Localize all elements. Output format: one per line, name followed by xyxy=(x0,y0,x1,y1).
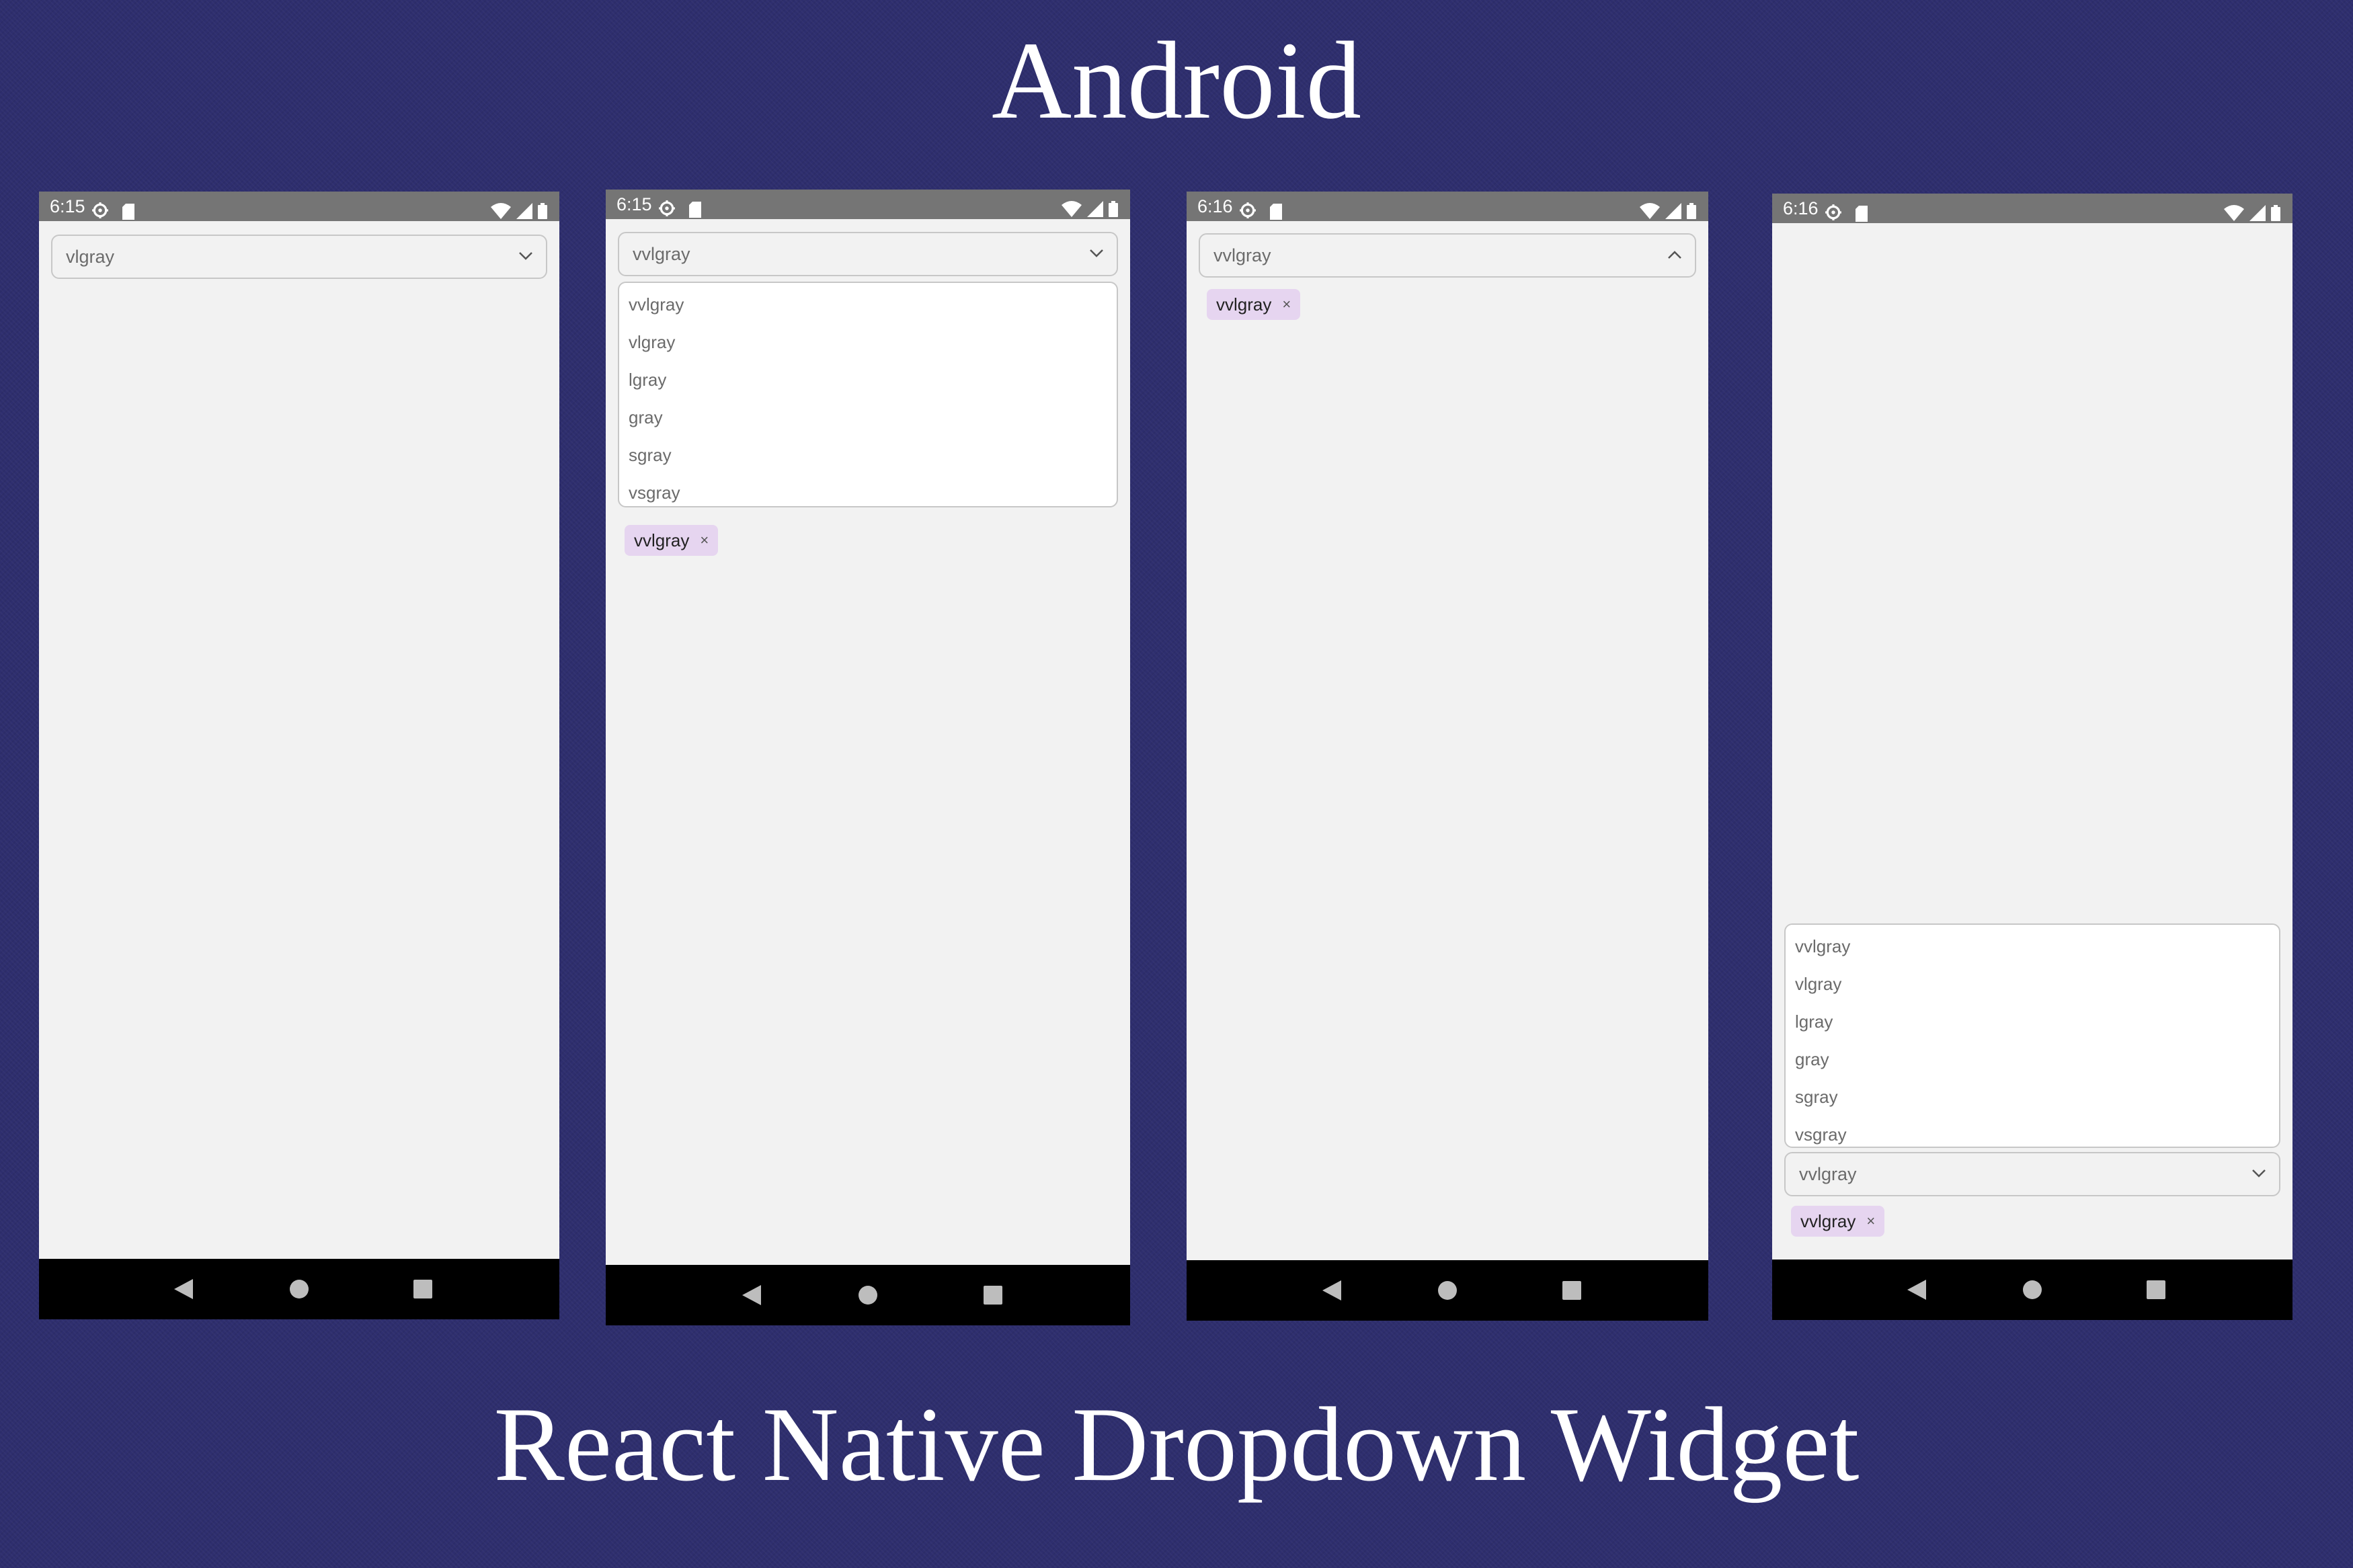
option-vsgray[interactable]: vsgray xyxy=(619,474,1117,511)
title-react-native-dropdown-widget: React Native Dropdown Widget xyxy=(493,1386,1860,1503)
back-icon[interactable] xyxy=(1907,1280,1927,1303)
home-icon[interactable] xyxy=(1437,1280,1458,1304)
dropdown-value: vvlgray xyxy=(1213,245,1271,265)
option-vlgray[interactable]: vlgray xyxy=(1786,965,2279,1003)
status-bar: 6:15 xyxy=(39,192,559,221)
app-screen: vvlgray vlgray lgray gray sgray vsgray v… xyxy=(1772,223,2292,1260)
dropdown-value: vvlgray xyxy=(633,244,690,264)
selected-chip: vvlgray × xyxy=(625,525,719,556)
option-vvlgray[interactable]: vvlgray xyxy=(1786,927,2279,965)
selected-chip: vvlgray × xyxy=(1791,1206,1885,1237)
chip-label: vvlgray xyxy=(634,530,690,550)
dropdown-select[interactable]: vlgray xyxy=(51,235,547,279)
option-lgray[interactable]: lgray xyxy=(619,361,1117,399)
phone-screen-2: 6:15 vvlgray vvlgray vlgray lgray gray s… xyxy=(606,190,1130,1325)
phone-screen-3: 6:16 vvlgray vvlgray × xyxy=(1187,192,1708,1321)
option-vlgray[interactable]: vlgray xyxy=(619,323,1117,361)
phone-screen-4: 6:16 vvlgray vlgray lgray gray sgray vsg… xyxy=(1772,194,2292,1320)
status-time: 6:15 xyxy=(616,194,652,214)
recents-icon[interactable] xyxy=(983,1286,1002,1308)
dropdown-select[interactable]: vvlgray xyxy=(1784,1152,2280,1196)
option-sgray[interactable]: sgray xyxy=(619,436,1117,474)
back-icon[interactable] xyxy=(1322,1280,1341,1304)
chip-label: vvlgray xyxy=(1216,294,1272,315)
dropdown-select[interactable]: vvlgray xyxy=(1199,233,1696,278)
dropdown-select[interactable]: vvlgray xyxy=(618,232,1118,276)
navigation-bar xyxy=(1187,1260,1708,1321)
close-icon[interactable]: × xyxy=(1282,289,1291,320)
status-time: 6:16 xyxy=(1783,198,1819,218)
option-vvlgray[interactable]: vvlgray xyxy=(619,286,1117,323)
option-vsgray[interactable]: vsgray xyxy=(1786,1116,2279,1153)
status-bar: 6:16 xyxy=(1187,192,1708,221)
navigation-bar xyxy=(1772,1260,2292,1320)
option-gray[interactable]: gray xyxy=(1786,1040,2279,1078)
chevron-down-icon xyxy=(1088,248,1105,262)
app-screen: vvlgray vvlgray × xyxy=(1187,221,1708,1260)
dropdown-menu: vvlgray vlgray lgray gray sgray vsgray xyxy=(618,282,1118,507)
back-icon[interactable] xyxy=(174,1279,194,1303)
close-icon[interactable]: × xyxy=(1866,1206,1875,1237)
app-screen: vvlgray vvlgray vlgray lgray gray sgray … xyxy=(606,219,1130,1265)
navigation-bar xyxy=(39,1259,559,1319)
chevron-down-icon xyxy=(518,251,534,265)
chevron-down-icon xyxy=(2251,1168,2267,1182)
home-icon[interactable] xyxy=(2022,1280,2042,1303)
title-android: Android xyxy=(992,19,1361,142)
recents-icon[interactable] xyxy=(413,1280,433,1302)
option-gray[interactable]: gray xyxy=(619,399,1117,436)
recents-icon[interactable] xyxy=(1562,1281,1581,1303)
option-sgray[interactable]: sgray xyxy=(1786,1078,2279,1116)
status-time: 6:15 xyxy=(50,196,85,216)
chip-label: vvlgray xyxy=(1800,1210,1856,1231)
home-icon[interactable] xyxy=(289,1279,309,1303)
status-time: 6:16 xyxy=(1197,196,1233,216)
dropdown-value: vvlgray xyxy=(1799,1164,1857,1184)
close-icon[interactable]: × xyxy=(700,525,709,556)
recents-icon[interactable] xyxy=(2147,1280,2166,1303)
dropdown-menu: vvlgray vlgray lgray gray sgray vsgray xyxy=(1784,923,2280,1148)
option-lgray[interactable]: lgray xyxy=(1786,1003,2279,1040)
home-icon[interactable] xyxy=(858,1285,878,1309)
app-screen: vlgray xyxy=(39,221,559,1259)
chevron-up-icon xyxy=(1667,249,1683,263)
status-bar: 6:16 xyxy=(1772,194,2292,223)
dropdown-value: vlgray xyxy=(66,247,115,267)
phone-screen-1: 6:15 vlgray xyxy=(39,192,559,1319)
navigation-bar xyxy=(606,1265,1130,1325)
status-bar: 6:15 xyxy=(606,190,1130,219)
selected-chip: vvlgray × xyxy=(1207,289,1301,320)
back-icon[interactable] xyxy=(742,1285,761,1309)
